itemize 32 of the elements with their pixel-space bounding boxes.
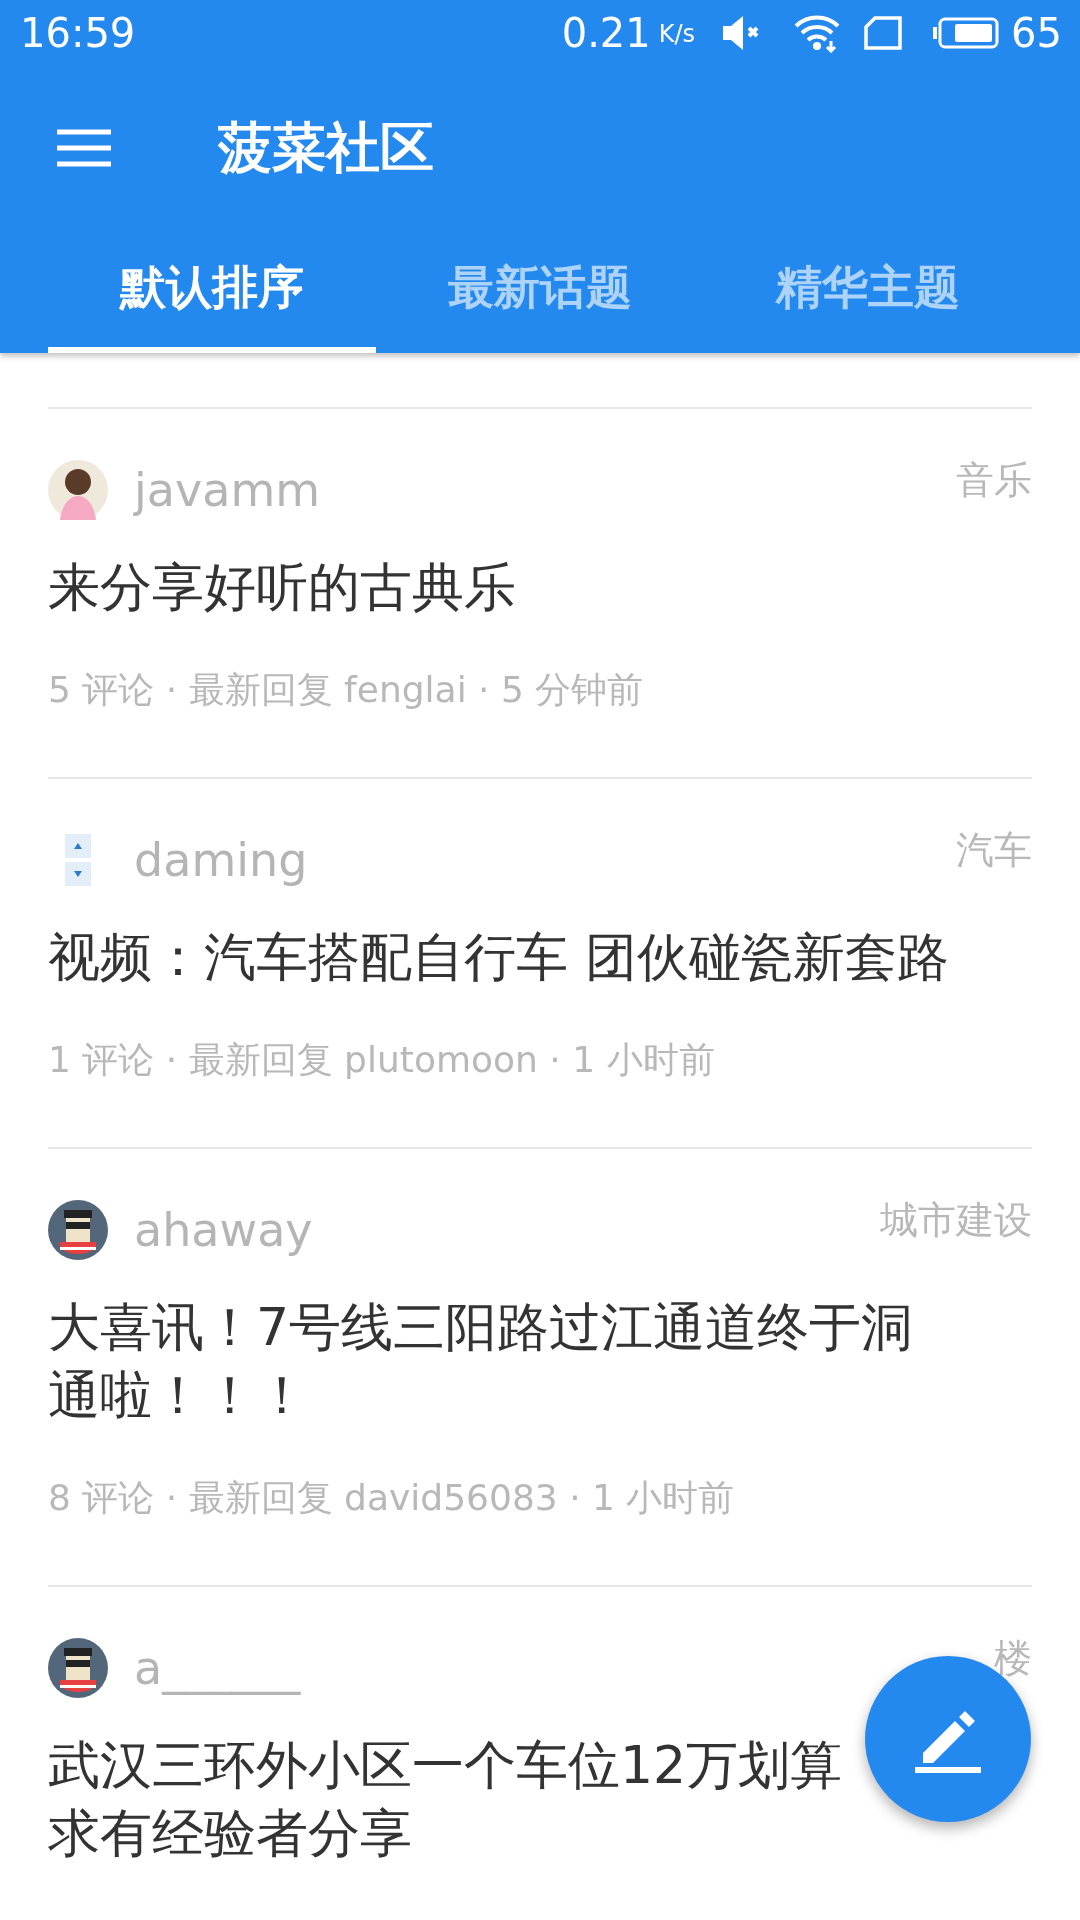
- post-title[interactable]: 大喜讯！7号线三阳路过江通道终于洞: [48, 1293, 914, 1361]
- username: a______: [134, 1641, 302, 1695]
- username: javamm: [134, 463, 321, 517]
- menu-button[interactable]: [57, 128, 111, 168]
- category-label: 城市建设: [880, 1197, 1032, 1244]
- avatar-icon: [48, 1200, 108, 1260]
- post-title[interactable]: 通啦！！！: [48, 1361, 308, 1429]
- post-title[interactable]: 武汉三环外小区一个车位12万划算: [48, 1731, 843, 1799]
- post-title[interactable]: 视频：汽车搭配自行车 团伙碰瓷新套路: [48, 923, 949, 991]
- post-title[interactable]: 求有经验者分享: [48, 1799, 412, 1867]
- network-speed: 0.21: [561, 10, 651, 56]
- app-title: 菠菜社区: [218, 114, 434, 181]
- post-meta: 1 评论 · 最新回复 plutomoon · 1 小时前: [48, 1038, 715, 1082]
- username: daming: [134, 833, 309, 887]
- username: ahaway: [134, 1203, 314, 1257]
- wifi-icon: [793, 13, 842, 53]
- post-meta: 8 评论 · 最新回复 david56083 · 1 小时前: [48, 1476, 735, 1520]
- menu-icon: [57, 128, 111, 168]
- avatar-icon: [48, 460, 108, 520]
- avatar-icon: [48, 1638, 108, 1698]
- arrows-icon: [65, 834, 91, 886]
- battery-icon: [933, 17, 1000, 49]
- category-label: 楼: [994, 1635, 1032, 1682]
- sim-card-icon: [863, 15, 904, 51]
- speed-unit: K/s: [658, 20, 696, 48]
- tab[interactable]: 默认排序: [48, 230, 376, 353]
- post-title[interactable]: 来分享好听的古典乐: [48, 553, 516, 621]
- battery-percent: 65: [1011, 10, 1062, 56]
- clock-time: 16:59: [20, 10, 136, 56]
- post-meta: 5 评论 · 最新回复 fenglai · 5 分钟前: [48, 668, 644, 712]
- category-label: 音乐: [956, 457, 1032, 504]
- category-label: 汽车: [956, 827, 1032, 874]
